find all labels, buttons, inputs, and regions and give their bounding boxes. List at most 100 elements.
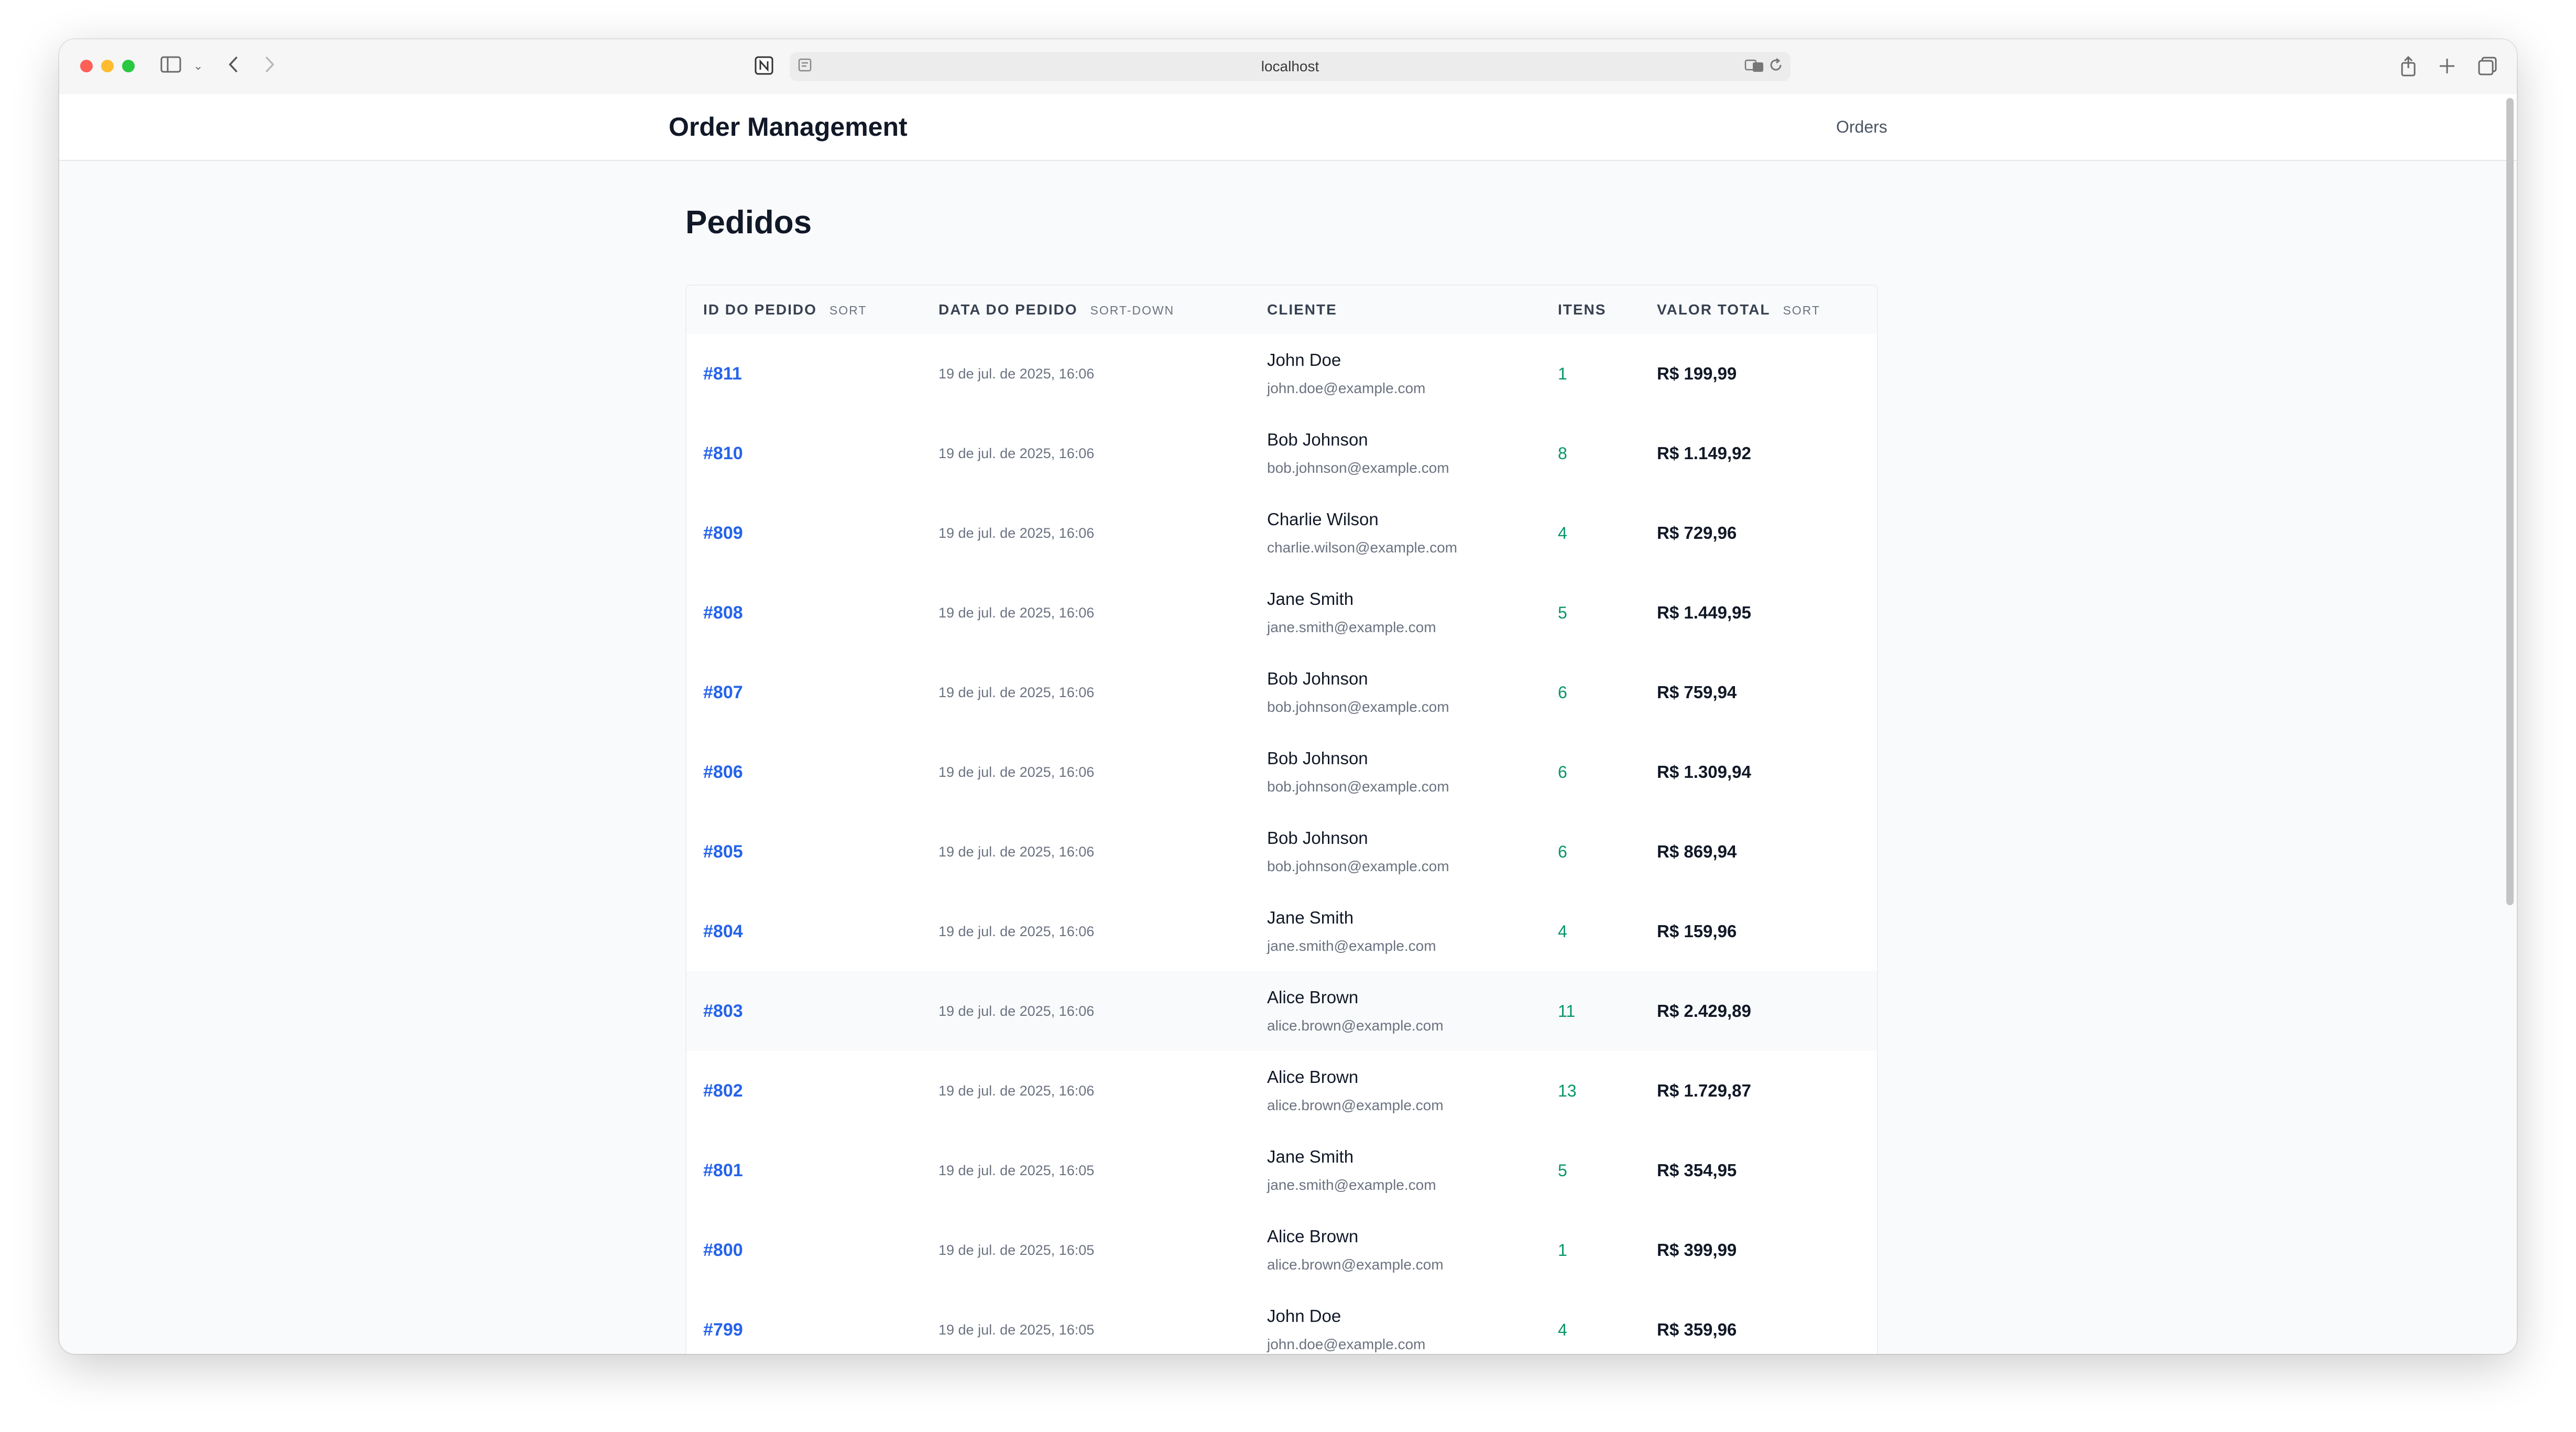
customer-name: Bob Johnson	[1267, 828, 1368, 848]
order-date: 19 de jul. de 2025, 16:06	[938, 764, 1095, 780]
column-header-label: ITENS	[1558, 301, 1607, 318]
customer-name: John Doe	[1267, 1306, 1341, 1326]
order-total: R$ 399,99	[1657, 1240, 1737, 1260]
customer-email: bob.johnson@example.com	[1267, 460, 1449, 476]
table-row[interactable]: #807 19 de jul. de 2025, 16:06 Bob Johns…	[686, 653, 1877, 733]
new-tab-icon[interactable]	[2438, 56, 2456, 81]
column-header-items: ITENS	[1558, 286, 1606, 334]
table-row[interactable]: #806 19 de jul. de 2025, 16:06 Bob Johns…	[686, 732, 1877, 813]
items-count: 1	[1558, 364, 1567, 383]
order-id-link[interactable]: #802	[703, 1051, 743, 1131]
order-id-link[interactable]: #811	[703, 334, 742, 414]
notion-extension-icon[interactable]	[754, 56, 774, 80]
table-row[interactable]: #804 19 de jul. de 2025, 16:06 Jane Smit…	[686, 892, 1877, 972]
back-arrow-icon[interactable]	[227, 56, 239, 78]
order-id-link[interactable]: #801	[703, 1131, 743, 1210]
table-row[interactable]: #803 19 de jul. de 2025, 16:06 Alice Bro…	[686, 971, 1877, 1052]
order-total: R$ 354,95	[1657, 1160, 1737, 1180]
items-count: 8	[1558, 444, 1567, 463]
items-count: 4	[1558, 524, 1567, 543]
customer-email: jane.smith@example.com	[1267, 619, 1436, 635]
order-total: R$ 869,94	[1657, 842, 1737, 861]
customer-name: John Doe	[1267, 350, 1341, 370]
order-date: 19 de jul. de 2025, 16:05	[938, 1163, 1095, 1178]
order-id-link[interactable]: #807	[703, 653, 743, 732]
customer-email: charlie.wilson@example.com	[1267, 539, 1458, 556]
order-id-link[interactable]: #805	[703, 812, 743, 892]
items-count: 5	[1558, 1161, 1567, 1180]
items-count: 11	[1558, 1002, 1576, 1021]
order-total: R$ 2.429,89	[1657, 1001, 1751, 1021]
sort-down-icon[interactable]: SORT-DOWN	[1090, 303, 1174, 317]
column-header-total[interactable]: VALOR TOTAL SORT	[1657, 286, 1820, 334]
column-header-customer: CLIENTE	[1267, 286, 1337, 334]
order-date: 19 de jul. de 2025, 16:06	[938, 446, 1095, 461]
customer-email: bob.johnson@example.com	[1267, 858, 1449, 874]
order-total: R$ 159,96	[1657, 921, 1737, 941]
column-header-label: DATA DO PEDIDO	[938, 301, 1078, 318]
column-header-label: ID DO PEDIDO	[703, 301, 817, 318]
customer-email: john.doe@example.com	[1267, 380, 1426, 396]
customer-name: Alice Brown	[1267, 988, 1359, 1007]
app-title: Order Management	[669, 112, 908, 142]
order-id-link[interactable]: #804	[703, 892, 743, 971]
order-id-link[interactable]: #799	[703, 1290, 743, 1354]
table-row[interactable]: #805 19 de jul. de 2025, 16:06 Bob Johns…	[686, 812, 1877, 893]
order-total: R$ 1.729,87	[1657, 1081, 1751, 1100]
table-row[interactable]: #800 19 de jul. de 2025, 16:05 Alice Bro…	[686, 1210, 1877, 1291]
order-id-link[interactable]: #809	[703, 493, 743, 573]
order-date: 19 de jul. de 2025, 16:06	[938, 924, 1095, 939]
url-text: localhost	[1261, 58, 1319, 74]
order-total: R$ 1.149,92	[1657, 443, 1751, 463]
table-row[interactable]: #808 19 de jul. de 2025, 16:06 Jane Smit…	[686, 573, 1877, 654]
items-count: 5	[1558, 603, 1567, 622]
order-date: 19 de jul. de 2025, 16:06	[938, 844, 1095, 860]
customer-email: jane.smith@example.com	[1267, 938, 1436, 954]
browser-window: ⌄ localhost Order Management Orders Pedi…	[59, 39, 2517, 1354]
table-row[interactable]: #810 19 de jul. de 2025, 16:06 Bob Johns…	[686, 414, 1877, 494]
order-id-link[interactable]: #806	[703, 732, 743, 812]
customer-name: Alice Brown	[1267, 1227, 1359, 1246]
customer-email: alice.brown@example.com	[1267, 1256, 1444, 1273]
order-date: 19 de jul. de 2025, 16:06	[938, 1003, 1095, 1019]
order-id-link[interactable]: #808	[703, 573, 743, 653]
customer-email: alice.brown@example.com	[1267, 1097, 1444, 1113]
sidebar-toggle-icon[interactable]	[160, 56, 181, 78]
order-total: R$ 199,99	[1657, 364, 1737, 383]
close-window-button[interactable]	[80, 60, 93, 72]
order-id-link[interactable]: #810	[703, 414, 743, 493]
table-row[interactable]: #811 19 de jul. de 2025, 16:06 John Doe …	[686, 334, 1877, 415]
customer-name: Alice Brown	[1267, 1067, 1359, 1087]
order-id-link[interactable]: #803	[703, 971, 743, 1051]
order-total: R$ 1.309,94	[1657, 762, 1751, 782]
customer-email: jane.smith@example.com	[1267, 1177, 1436, 1193]
sort-icon[interactable]: SORT	[829, 303, 867, 317]
table-row[interactable]: #809 19 de jul. de 2025, 16:06 Charlie W…	[686, 493, 1877, 574]
nav-link-orders[interactable]: Orders	[1836, 94, 1887, 160]
order-date: 19 de jul. de 2025, 16:06	[938, 366, 1095, 382]
table-row[interactable]: #799 19 de jul. de 2025, 16:05 John Doe …	[686, 1290, 1877, 1354]
order-date: 19 de jul. de 2025, 16:06	[938, 525, 1095, 541]
column-header-order-id[interactable]: ID DO PEDIDO SORT	[703, 286, 867, 334]
page-scrollbar[interactable]	[2506, 98, 2514, 905]
sort-icon[interactable]: SORT	[1783, 303, 1820, 317]
zoom-window-button[interactable]	[122, 60, 135, 72]
minimize-window-button[interactable]	[101, 60, 114, 72]
tab-overview-icon[interactable]	[2477, 56, 2498, 81]
column-header-order-date[interactable]: DATA DO PEDIDO SORT-DOWN	[938, 286, 1174, 334]
table-row[interactable]: #802 19 de jul. de 2025, 16:06 Alice Bro…	[686, 1051, 1877, 1132]
share-icon[interactable]	[2399, 56, 2417, 81]
order-total: R$ 759,94	[1657, 682, 1737, 702]
address-bar[interactable]: localhost	[790, 52, 1791, 81]
order-date: 19 de jul. de 2025, 16:05	[938, 1242, 1095, 1258]
chevron-down-icon[interactable]: ⌄	[193, 56, 203, 77]
order-id-link[interactable]: #800	[703, 1210, 743, 1290]
reload-icon[interactable]	[1769, 56, 1784, 79]
table-row[interactable]: #801 19 de jul. de 2025, 16:05 Jane Smit…	[686, 1131, 1877, 1211]
forward-arrow-icon[interactable]	[264, 56, 276, 78]
items-count: 4	[1558, 1320, 1567, 1339]
order-date: 19 de jul. de 2025, 16:06	[938, 685, 1095, 700]
customer-name: Jane Smith	[1267, 908, 1354, 927]
order-date: 19 de jul. de 2025, 16:06	[938, 1083, 1095, 1099]
translate-icon[interactable]	[1744, 56, 1765, 80]
